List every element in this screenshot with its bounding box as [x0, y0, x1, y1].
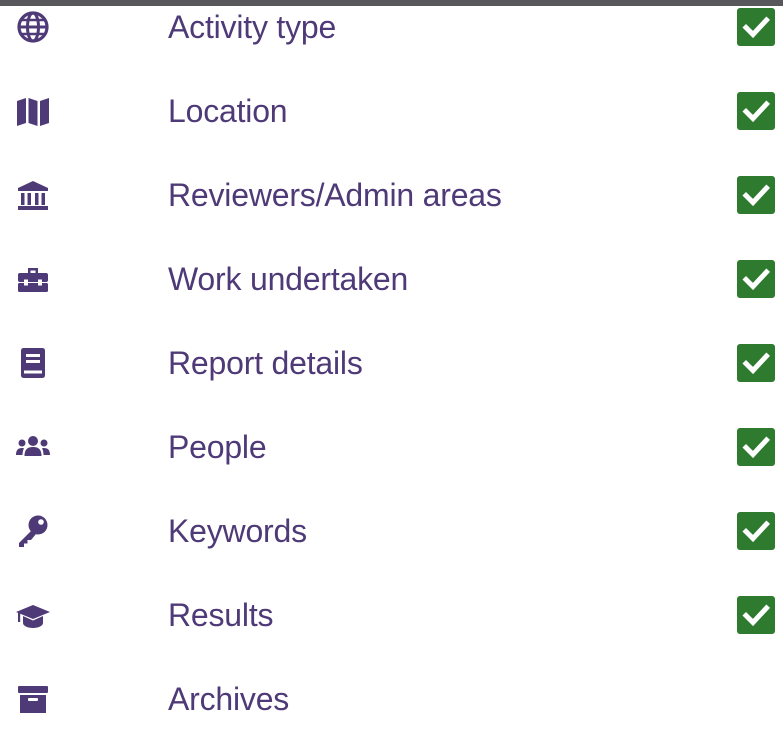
step-row-report-details[interactable]: Report details	[0, 321, 783, 405]
globe-icon	[15, 9, 51, 45]
map-icon	[15, 93, 51, 129]
completed-check-icon	[737, 512, 775, 550]
step-row-work-undertaken[interactable]: Work undertaken	[0, 237, 783, 321]
step-row-archives[interactable]: Archives	[0, 657, 783, 741]
step-label: Work undertaken	[168, 261, 409, 297]
step-row-people[interactable]: People	[0, 405, 783, 489]
archive-icon	[15, 681, 51, 717]
completed-check-icon	[737, 260, 775, 298]
completed-check-icon	[737, 344, 775, 382]
step-label: Archives	[168, 681, 290, 717]
step-label: Report details	[168, 345, 363, 381]
completed-check-icon	[737, 176, 775, 214]
users-icon	[15, 429, 51, 465]
step-row-location[interactable]: Location	[0, 69, 783, 153]
step-row-activity-type[interactable]: Activity type	[0, 0, 783, 69]
completed-check-icon	[737, 428, 775, 466]
step-label: Keywords	[168, 513, 307, 549]
step-label: Location	[168, 93, 288, 129]
step-row-results[interactable]: Results	[0, 573, 783, 657]
toolbox-icon	[15, 261, 51, 297]
completed-check-icon	[737, 92, 775, 130]
completed-check-icon	[737, 8, 775, 46]
step-label: Activity type	[168, 9, 337, 45]
graduation-cap-icon	[15, 597, 51, 633]
step-label: Reviewers/Admin areas	[168, 177, 502, 213]
key-icon	[15, 513, 51, 549]
step-label: Results	[168, 597, 274, 633]
landmark-icon	[15, 177, 51, 213]
step-list: Activity type Location Reviewers/Admin a…	[0, 0, 783, 717]
completed-check-icon	[737, 596, 775, 634]
step-label: People	[168, 429, 267, 465]
book-icon	[15, 345, 51, 381]
step-row-reviewers-admin-areas[interactable]: Reviewers/Admin areas	[0, 153, 783, 237]
step-row-keywords[interactable]: Keywords	[0, 489, 783, 573]
